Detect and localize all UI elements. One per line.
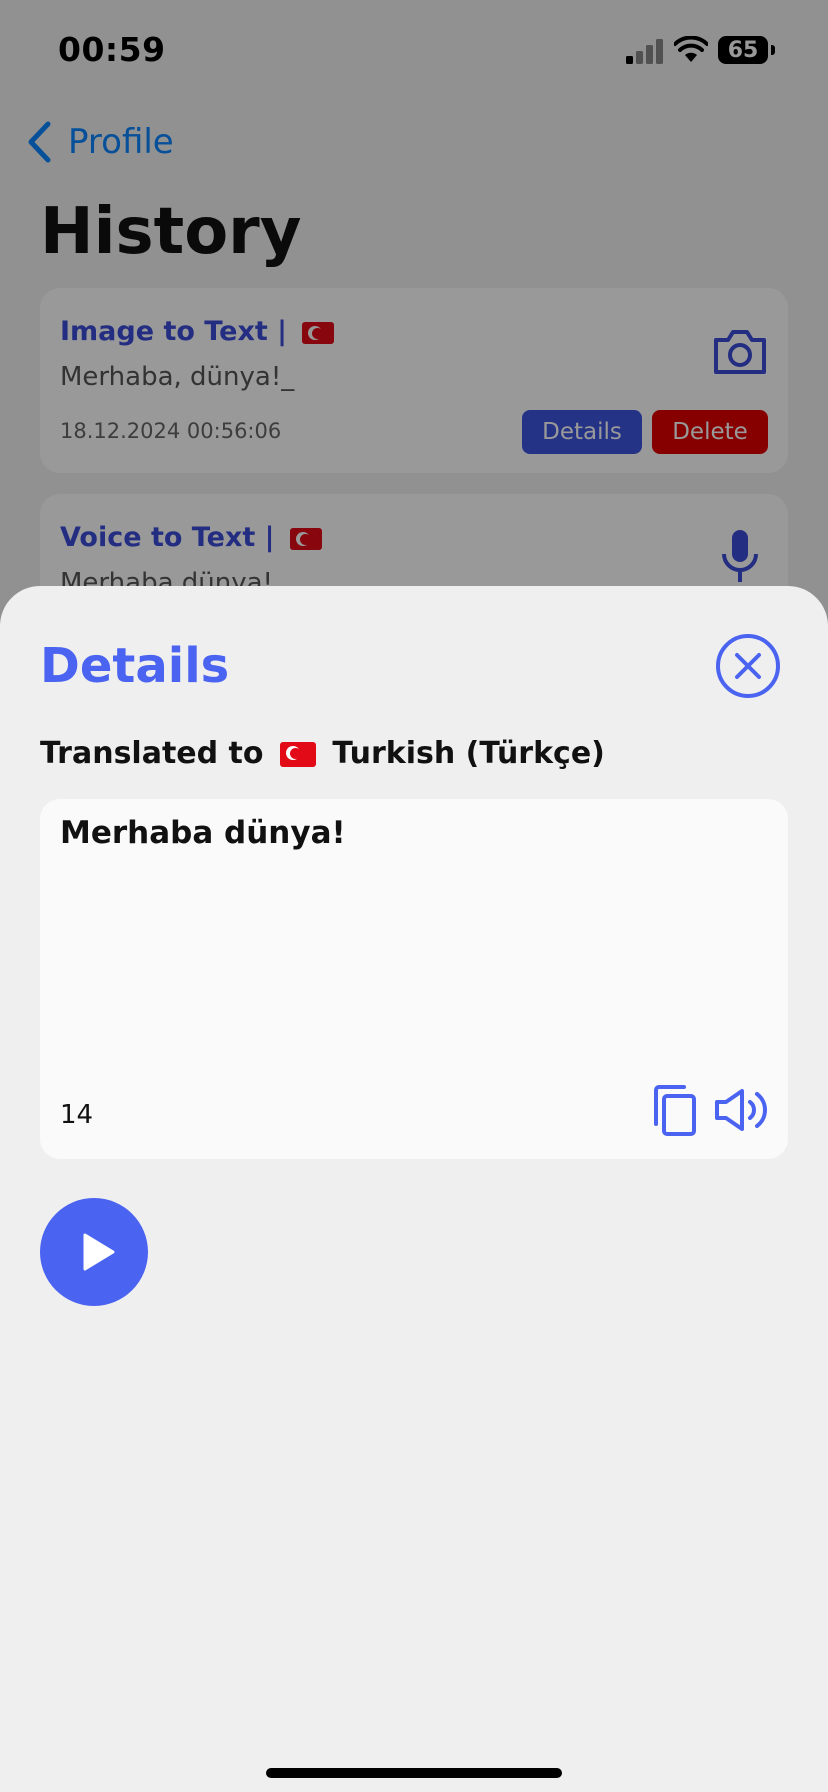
close-icon xyxy=(735,653,761,679)
translated-to-label: Translated to Turkish (Türkçe) xyxy=(40,736,605,771)
translation-result-text[interactable]: Merhaba dünya! xyxy=(60,815,346,851)
play-button[interactable] xyxy=(40,1198,148,1306)
home-indicator xyxy=(266,1768,562,1778)
close-button[interactable] xyxy=(716,634,780,698)
sheet-title: Details xyxy=(40,638,230,694)
play-icon xyxy=(83,1233,115,1271)
character-count: 14 xyxy=(60,1100,94,1130)
details-sheet: Details Translated to Turkish (Türkçe) M… xyxy=(0,586,828,1792)
translated-prefix: Translated to xyxy=(40,736,264,771)
copy-icon[interactable] xyxy=(650,1084,698,1136)
turkey-flag-icon xyxy=(279,742,316,767)
target-language: Turkish (Türkçe) xyxy=(332,736,605,771)
speaker-icon[interactable] xyxy=(714,1088,772,1132)
translation-result-box: Merhaba dünya! 14 xyxy=(40,799,788,1159)
